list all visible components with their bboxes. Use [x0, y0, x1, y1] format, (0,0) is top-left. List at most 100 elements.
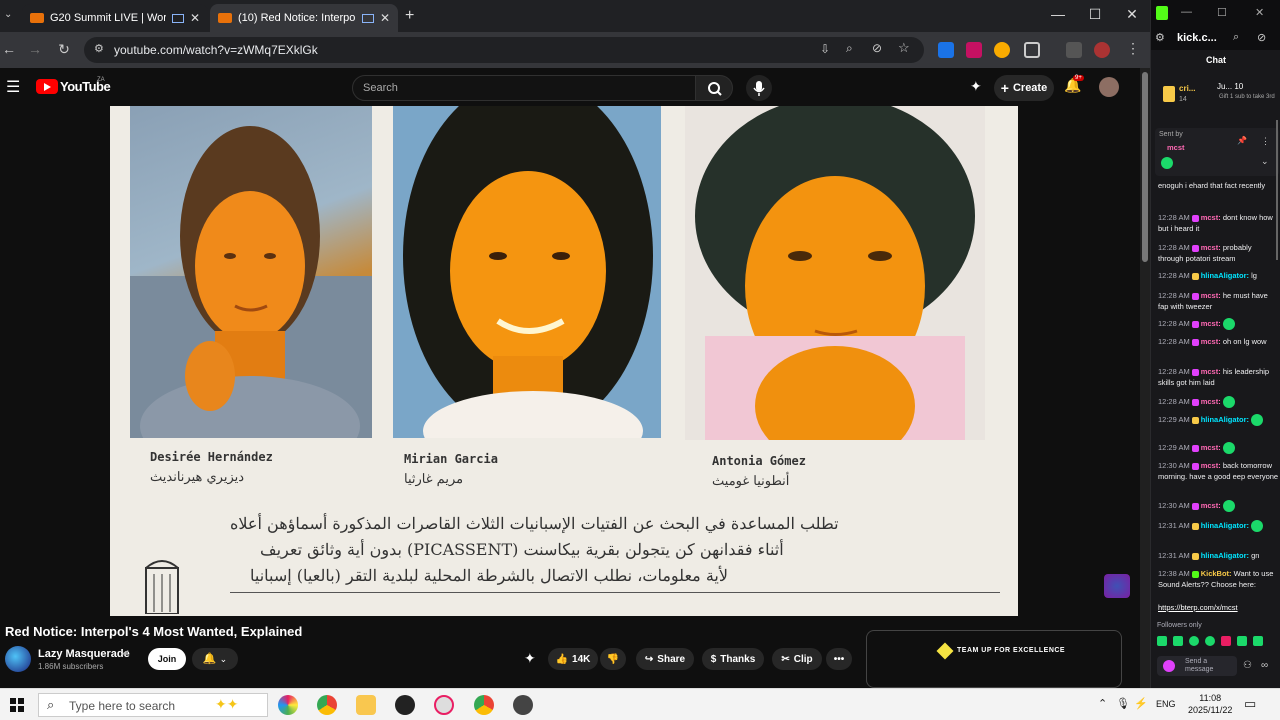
settings-icon[interactable]: ∞ — [1261, 660, 1268, 671]
puzzle-icon[interactable] — [1024, 42, 1040, 58]
chat-message[interactable]: 12:30 AM mcst: — [1158, 500, 1279, 513]
voice-search-button[interactable] — [746, 75, 772, 101]
share-button[interactable]: ↪ Share — [636, 648, 694, 670]
channel-name[interactable]: Lazy Masquerade — [38, 648, 130, 660]
chat-message[interactable]: 12:28 AM mcst: oh on lg wow — [1158, 336, 1279, 347]
chat-message[interactable]: 12:28 AM mcst: — [1158, 396, 1279, 409]
message-username[interactable]: mcst: — [1201, 367, 1221, 376]
pinned-message[interactable]: Sent by mcst 📌 ⋮ ⌄ — [1155, 128, 1279, 176]
clip-button[interactable]: ✂ Clip — [772, 648, 822, 670]
extension-icon[interactable] — [966, 42, 982, 58]
zoom-icon[interactable]: ⌕ — [846, 41, 853, 56]
scrollbar-thumb[interactable] — [1142, 72, 1148, 262]
maximize-button[interactable]: ☐ — [1217, 6, 1227, 19]
thanks-button[interactable]: $ Thanks — [702, 648, 764, 670]
notification-icon[interactable]: ▭ — [1244, 696, 1256, 712]
app-icon[interactable] — [278, 695, 298, 715]
message-username[interactable]: hlinaAligator: — [1201, 415, 1249, 424]
page-scrollbar[interactable] — [1140, 68, 1150, 688]
channel-avatar[interactable] — [5, 646, 31, 672]
like-button[interactable]: 👍 14K — [548, 648, 598, 670]
media-control-icon[interactable] — [1066, 42, 1082, 58]
chat-message[interactable]: 12:29 AM mcst: — [1158, 442, 1279, 455]
message-username[interactable]: mcst: — [1201, 243, 1221, 252]
chevron-down-icon[interactable]: ⌄ — [1261, 156, 1269, 167]
message-username[interactable]: mcst: — [1201, 461, 1221, 470]
tab-red-notice[interactable]: (10) Red Notice: Interpol's 4 ✕ — [210, 4, 398, 32]
join-button[interactable]: Join — [148, 648, 186, 670]
emote-icon[interactable] — [1221, 636, 1231, 646]
tab-search-icon[interactable]: ⌄ — [4, 9, 12, 20]
chat-message[interactable]: 12:28 AM mcst: probably through potatori … — [1158, 242, 1279, 264]
new-tab-button[interactable]: + — [405, 7, 414, 25]
app-icon[interactable] — [395, 695, 415, 715]
chat-message[interactable]: 12:28 AM hlinaAligator: lg — [1158, 270, 1279, 281]
chat-message[interactable]: enoguh i ehard that fact recently — [1158, 180, 1279, 191]
close-tab-icon[interactable]: ✕ — [190, 11, 200, 25]
search-input[interactable]: Search — [352, 75, 696, 101]
back-icon[interactable]: ← — [0, 41, 18, 57]
message-username[interactable]: mcst: — [1201, 397, 1221, 406]
close-window-button[interactable]: ✕ — [1120, 6, 1144, 26]
subscribed-bell-button[interactable]: 🔔 ⌄ — [192, 648, 238, 670]
message-username[interactable]: hlinaAligator: — [1201, 551, 1249, 560]
forward-icon[interactable]: → — [26, 41, 44, 57]
app-icon[interactable] — [434, 695, 454, 715]
minimize-button[interactable]: — — [1046, 6, 1070, 26]
chevron-up-icon[interactable]: ⌃ — [1098, 697, 1107, 710]
file-explorer-icon[interactable] — [356, 695, 376, 715]
bookmark-star-icon[interactable]: ☆ — [898, 40, 910, 56]
channel-watermark-icon[interactable] — [1104, 574, 1130, 598]
search-button[interactable] — [695, 75, 733, 101]
eye-off-icon[interactable]: ⊘ — [1257, 31, 1266, 44]
chat-message[interactable]: 12:31 AM hlinaAligator: gn — [1158, 550, 1279, 561]
dislike-button[interactable]: 👎 — [600, 648, 626, 670]
chat-message[interactable]: 12:29 AM hlinaAligator: — [1158, 414, 1279, 427]
url-field[interactable]: ⚙ youtube.com/watch?v=zWMq7EXklGk ⇩ ⌕ ⊘ … — [84, 37, 924, 63]
install-icon[interactable]: ⇩ — [820, 42, 830, 56]
message-username[interactable]: mcst: — [1201, 337, 1221, 346]
message-username[interactable]: mcst: — [1201, 319, 1221, 328]
chat-message[interactable]: 12:28 AM mcst: — [1158, 318, 1279, 331]
zoom-icon[interactable]: ⌕ — [1233, 31, 1239, 44]
network-icon[interactable]: ⚡ — [1134, 697, 1148, 710]
site-info-icon[interactable]: ⚙ — [1155, 31, 1165, 44]
message-username[interactable]: mcst: — [1201, 501, 1221, 510]
reload-icon[interactable]: ↻ — [55, 41, 73, 58]
message-username[interactable]: mcst: — [1201, 213, 1221, 222]
people-icon[interactable]: ⚇ — [1243, 660, 1252, 671]
chrome-icon[interactable] — [317, 695, 337, 715]
message-username[interactable]: hlinaAligator: — [1201, 271, 1249, 280]
chat-message[interactable]: 12:31 AM hlinaAligator: — [1158, 520, 1279, 533]
emote-icon[interactable] — [1253, 636, 1263, 646]
extension-icon[interactable]: ✦ — [970, 78, 982, 95]
account-avatar[interactable] — [1099, 77, 1119, 97]
emote-icon[interactable] — [1237, 636, 1247, 646]
chat-message[interactable]: 12:30 AM mcst: back tomorrow morning. hav… — [1158, 460, 1279, 482]
pin-icon[interactable]: 📌 — [1237, 136, 1247, 145]
youtube-logo-icon[interactable] — [36, 79, 58, 94]
chat-message[interactable]: 12:28 AM mcst: dont know how but i heard … — [1158, 212, 1279, 234]
taskbar-clock[interactable]: 11:08 2025/11/22 — [1188, 692, 1232, 716]
chat-message[interactable]: https://bterp.com/x/mcst — [1158, 602, 1279, 613]
create-button[interactable]: + Create — [994, 75, 1054, 101]
maximize-button[interactable]: ☐ — [1083, 6, 1107, 26]
extension-icon[interactable] — [994, 42, 1010, 58]
sponsored-banner[interactable]: TEAM UP FOR EXCELLENCE — [866, 630, 1122, 688]
more-icon[interactable]: ⋮ — [1261, 136, 1270, 147]
app-icon[interactable] — [513, 695, 533, 715]
eye-off-icon[interactable]: ⊘ — [872, 41, 882, 55]
tab-g20[interactable]: G20 Summit LIVE | World Le ✕ — [22, 4, 208, 32]
windows-start-icon[interactable] — [10, 698, 24, 712]
emote-icon[interactable] — [1205, 636, 1215, 646]
more-actions-button[interactable]: ••• — [826, 648, 852, 670]
minimize-button[interactable]: — — [1181, 6, 1192, 18]
emote-icon[interactable] — [1189, 636, 1199, 646]
chat-message[interactable]: 12:38 AM KickBot: Want to use Sound Alert… — [1158, 568, 1279, 590]
extension-icon[interactable]: ✦ — [524, 650, 536, 667]
chat-scrollbar[interactable] — [1276, 120, 1278, 260]
chat-message-input[interactable]: Send a message — [1157, 656, 1237, 676]
video-player[interactable]: Desirée Hernández ديزيري هيرنانديث Miria… — [0, 106, 1140, 616]
emote-icon[interactable] — [1157, 636, 1167, 646]
chat-message[interactable]: 12:28 AM mcst: his leadership skills got … — [1158, 366, 1279, 388]
